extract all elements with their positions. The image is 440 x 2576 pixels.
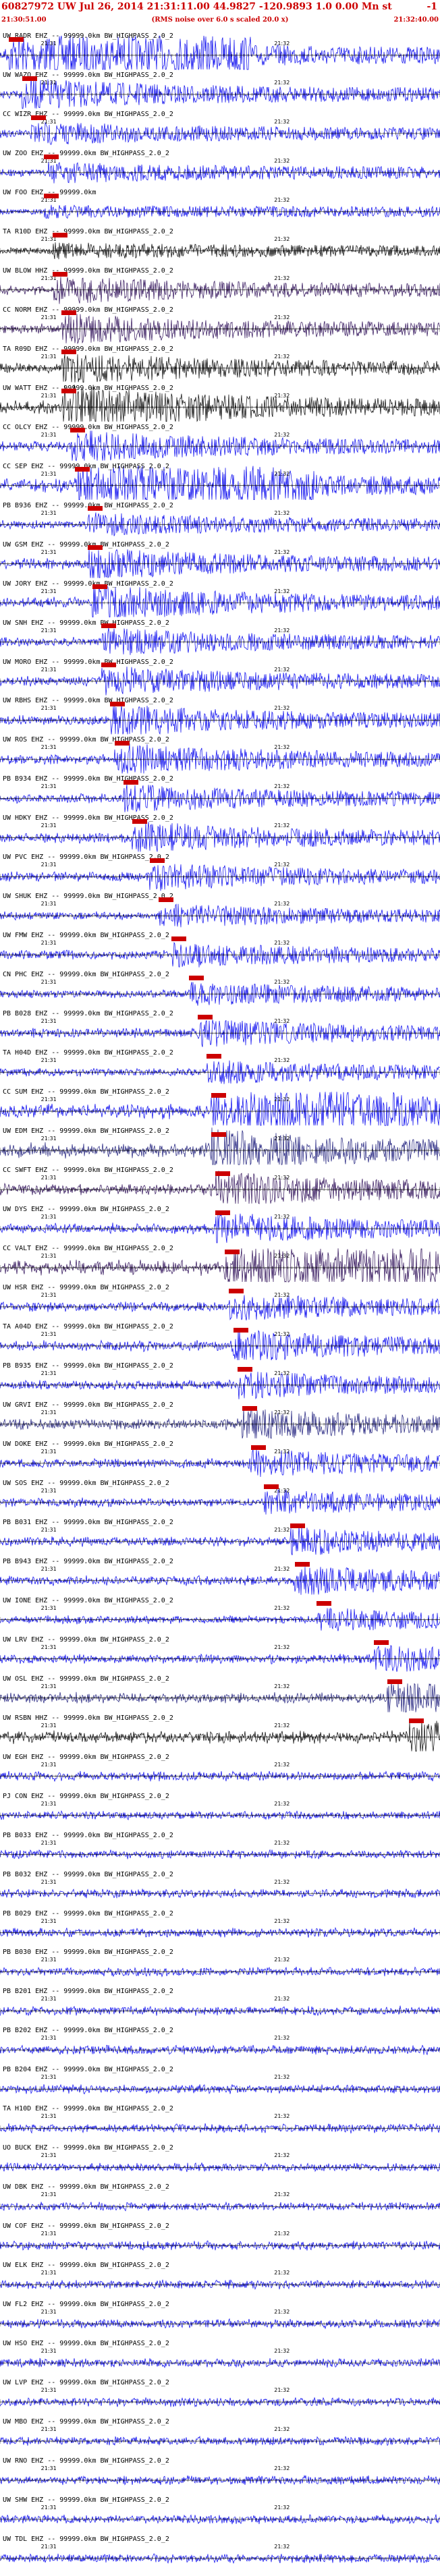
waveform-trace bbox=[0, 1248, 440, 1283]
waveform-trace bbox=[0, 1720, 440, 1752]
seismogram-tracks: UW RADR EHZ -- 99999.0km BW_HIGHPASS_2.0… bbox=[0, 0, 440, 2576]
waveform-trace bbox=[0, 465, 440, 501]
waveform-trace bbox=[0, 35, 440, 70]
waveform-trace bbox=[0, 584, 440, 618]
